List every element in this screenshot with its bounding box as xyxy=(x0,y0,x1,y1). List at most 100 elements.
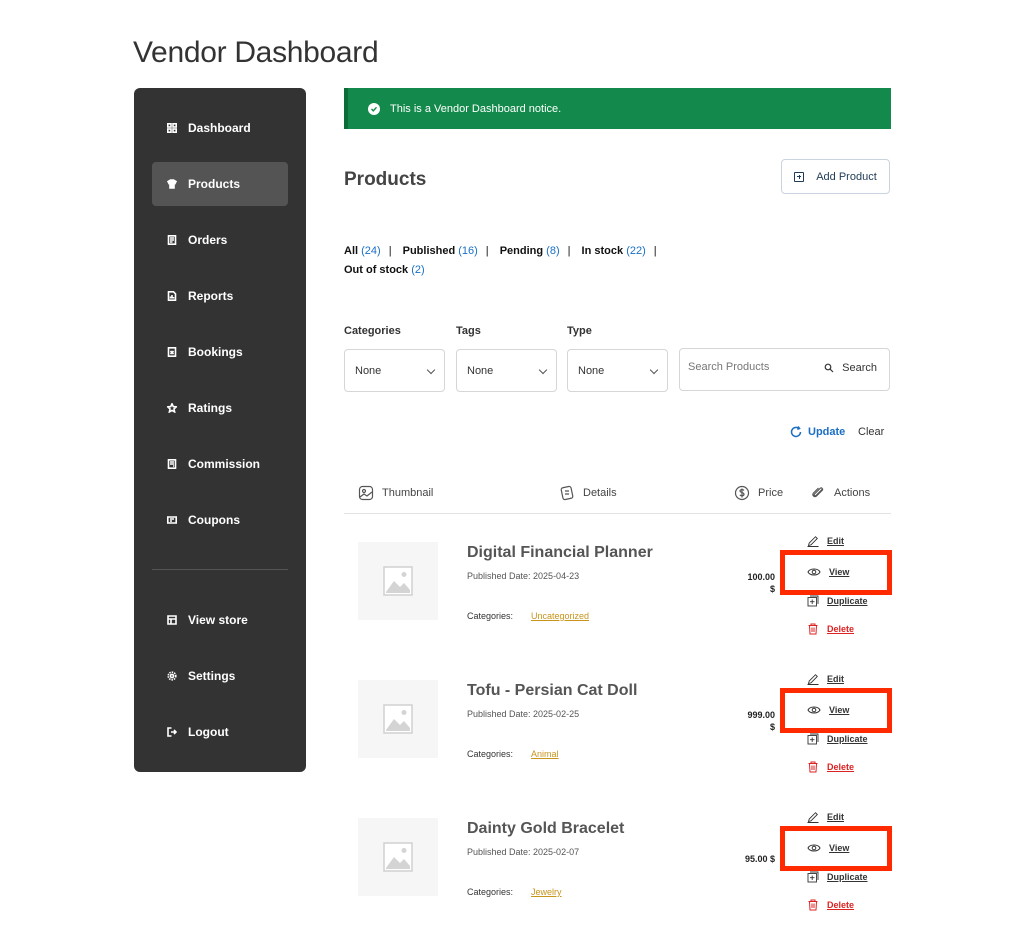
categories-label: Categories: xyxy=(467,611,514,621)
column-label: Details xyxy=(583,487,617,499)
sidebar-item-orders[interactable]: Orders xyxy=(152,218,288,262)
sidebar-item-label: Products xyxy=(188,177,241,191)
product-name[interactable]: Tofu - Persian Cat Doll xyxy=(467,682,637,700)
chevron-down-icon xyxy=(649,365,659,375)
notice-banner: This is a Vendor Dashboard notice. xyxy=(344,88,891,129)
filter-count: (2) xyxy=(411,264,425,276)
categories-select[interactable]: None xyxy=(344,349,445,392)
category-link[interactable]: Jewelry xyxy=(531,887,562,897)
image-placeholder-icon xyxy=(383,704,413,734)
duplicate-label: Duplicate xyxy=(827,872,868,882)
delete-button[interactable]: Delete xyxy=(807,623,854,635)
filter-pending[interactable]: Pending (8) xyxy=(500,245,560,257)
update-button[interactable]: Update xyxy=(789,425,845,439)
sidebar-item-logout[interactable]: Logout xyxy=(152,710,288,754)
clear-button[interactable]: Clear xyxy=(858,426,884,438)
filter-label: Pending xyxy=(499,245,544,257)
duplicate-icon xyxy=(807,595,819,607)
type-label: Type xyxy=(567,325,592,337)
column-price: Price xyxy=(734,485,783,501)
type-select[interactable]: None xyxy=(567,349,668,392)
section-title: Products xyxy=(344,169,427,190)
filter-label: Out of stock xyxy=(344,264,409,276)
sidebar-item-ratings[interactable]: Ratings xyxy=(152,386,288,430)
column-label: Price xyxy=(758,487,784,499)
duplicate-button[interactable]: Duplicate xyxy=(807,733,868,745)
filter-published[interactable]: Published (16) xyxy=(403,245,478,257)
notice-text: This is a Vendor Dashboard notice. xyxy=(390,102,562,115)
duplicate-icon xyxy=(807,733,819,745)
price-value: 999.00 xyxy=(747,710,775,720)
filter-label: All xyxy=(344,245,359,257)
trash-icon xyxy=(808,899,818,911)
categories-label: Categories: xyxy=(467,887,514,897)
duplicate-button[interactable]: Duplicate xyxy=(807,871,868,883)
sidebar-item-label: Commission xyxy=(188,457,261,471)
price-value: 100.00 xyxy=(747,572,775,582)
product-name[interactable]: Digital Financial Planner xyxy=(467,544,653,562)
sidebar-item-dashboard[interactable]: Dashboard xyxy=(152,106,288,150)
product-categories: Categories: Animal xyxy=(467,749,559,759)
product-categories: Categories: Uncategorized xyxy=(467,611,589,621)
chevron-down-icon xyxy=(538,365,548,375)
filter-out-of-stock[interactable]: Out of stock (2) xyxy=(344,264,425,276)
categories-label: Categories xyxy=(344,325,401,337)
grid-icon xyxy=(166,122,178,134)
edit-button[interactable]: Edit xyxy=(807,535,844,547)
filter-all[interactable]: All (24) xyxy=(344,245,381,257)
filter-label: Published xyxy=(402,245,456,257)
product-name[interactable]: Dainty Gold Bracelet xyxy=(467,820,624,838)
select-value: None xyxy=(467,364,494,377)
edit-label: Edit xyxy=(827,812,844,822)
select-value: None xyxy=(578,364,605,377)
commission-icon xyxy=(166,458,178,470)
check-circle-icon xyxy=(368,102,380,115)
published-date: Published Date: 2025-04-23 xyxy=(467,571,580,581)
categories-label: Categories: xyxy=(467,749,514,759)
category-link[interactable]: Uncategorized xyxy=(531,611,589,621)
duplicate-button[interactable]: Duplicate xyxy=(807,595,868,607)
sidebar-item-commission[interactable]: Commission xyxy=(152,442,288,486)
sidebar-item-reports[interactable]: Reports xyxy=(152,274,288,318)
sidebar-item-view-store[interactable]: View store xyxy=(152,598,288,642)
select-value: None xyxy=(355,364,382,377)
coupon-icon xyxy=(166,514,178,526)
edit-button[interactable]: Edit xyxy=(807,673,844,685)
status-filters: All (24) | Published (16) | Pending (8) | I… xyxy=(344,245,657,276)
product-thumbnail[interactable] xyxy=(358,680,438,758)
tags-select[interactable]: None xyxy=(456,349,557,392)
filter-label: In stock xyxy=(581,245,624,257)
edit-label: Edit xyxy=(827,536,844,546)
published-date: Published Date: 2025-02-07 xyxy=(467,847,580,857)
sidebar-item-label: Bookings xyxy=(188,345,243,359)
table-row: Tofu - Persian Cat Doll Published Date: … xyxy=(344,668,892,798)
delete-button[interactable]: Delete xyxy=(807,761,854,773)
sidebar-item-label: Orders xyxy=(188,233,228,247)
duplicate-label: Duplicate xyxy=(827,734,868,744)
tags-label: Tags xyxy=(456,325,481,337)
sidebar-item-label: Dashboard xyxy=(188,121,251,135)
sidebar-item-products[interactable]: Products xyxy=(152,162,288,206)
sidebar-item-coupons[interactable]: Coupons xyxy=(152,498,288,542)
page-title: Vendor Dashboard xyxy=(133,36,379,69)
report-icon xyxy=(166,290,178,302)
booking-icon xyxy=(166,346,178,358)
delete-button[interactable]: Delete xyxy=(807,899,854,911)
product-thumbnail[interactable] xyxy=(358,542,438,620)
product-thumbnail[interactable] xyxy=(358,818,438,896)
sidebar: Dashboard Products Orders Reports Bookin… xyxy=(134,88,306,772)
search-input[interactable] xyxy=(688,361,808,373)
search-box: Search xyxy=(679,348,890,391)
sidebar-item-settings[interactable]: Settings xyxy=(152,654,288,698)
actions-icon xyxy=(812,487,824,498)
pencil-icon xyxy=(807,674,819,685)
pencil-icon xyxy=(807,536,819,547)
sidebar-item-bookings[interactable]: Bookings xyxy=(152,330,288,374)
star-icon xyxy=(166,402,178,414)
edit-button[interactable]: Edit xyxy=(807,811,844,823)
sidebar-divider xyxy=(152,569,288,570)
search-button[interactable]: Search xyxy=(824,362,877,374)
category-link[interactable]: Animal xyxy=(531,749,559,759)
add-product-button[interactable]: Add Product xyxy=(781,159,890,194)
filter-in-stock[interactable]: In stock (22) xyxy=(582,245,646,257)
